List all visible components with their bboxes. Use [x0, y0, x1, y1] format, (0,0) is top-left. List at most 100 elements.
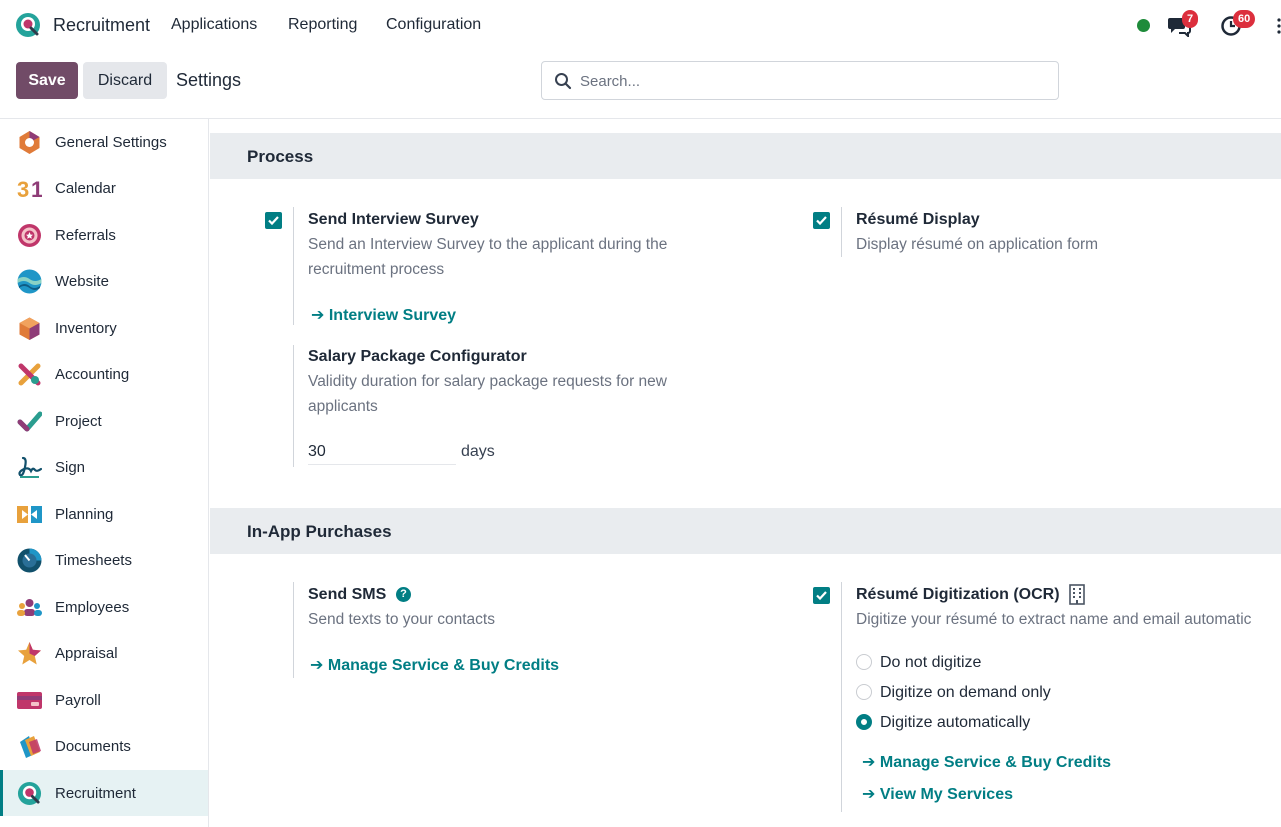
activity-badge: 60	[1233, 10, 1256, 28]
sidebar-item-payroll[interactable]: Payroll	[0, 677, 208, 723]
view-my-services-link[interactable]: ➔ View My Services	[862, 784, 1013, 804]
menu-reporting[interactable]: Reporting	[288, 16, 357, 34]
radio-do-not-digitize[interactable]	[856, 654, 872, 670]
planning-icon	[17, 506, 42, 523]
enterprise-building-icon	[1069, 584, 1085, 605]
search-input[interactable]	[580, 69, 1040, 93]
ocr-manage-credits-link[interactable]: ➔ Manage Service & Buy Credits	[862, 752, 1111, 772]
sidebar-item-label: Payroll	[55, 692, 101, 709]
search-icon	[555, 73, 572, 90]
svg-text:1: 1	[31, 177, 42, 201]
check-icon	[816, 216, 827, 226]
days-unit-label: days	[461, 443, 495, 460]
resume-display-title: Résumé Display	[856, 211, 980, 228]
sidebar-item-label: Calendar	[55, 180, 116, 197]
radio-label: Digitize automatically	[880, 714, 1031, 731]
interview-survey-title: Send Interview Survey	[308, 211, 479, 228]
radio-label: Do not digitize	[880, 654, 982, 671]
discard-button[interactable]: Discard	[83, 62, 167, 99]
website-icon	[17, 269, 42, 294]
check-icon	[816, 591, 827, 601]
recruitment-app-icon[interactable]	[15, 12, 41, 38]
section-title: Process	[247, 147, 314, 166]
send-sms-title: Send SMS	[308, 586, 387, 603]
check-icon	[268, 216, 279, 226]
sidebar-item-label: Documents	[55, 738, 131, 755]
sms-manage-credits-link-label: Manage Service & Buy Credits	[327, 657, 560, 674]
radio-digitize-automatically[interactable]	[856, 714, 872, 730]
sidebar-item-recruitment[interactable]: Recruitment	[0, 770, 208, 816]
interview-survey-desc: Send an Interview Survey to the applican…	[308, 236, 668, 278]
setting-divider	[293, 582, 294, 678]
resume-ocr-desc: Digitize your résumé to extract name and…	[856, 611, 1252, 628]
sms-manage-credits-link[interactable]: ➔ Manage Service & Buy Credits	[310, 655, 559, 675]
sidebar-item-label: Recruitment	[55, 785, 136, 802]
employees-icon	[17, 599, 42, 616]
section-header-process: Process	[210, 133, 1281, 179]
menu-configuration[interactable]: Configuration	[386, 16, 481, 34]
save-button[interactable]: Save	[16, 62, 78, 99]
ocr-manage-credits-link-label: Manage Service & Buy Credits	[879, 754, 1112, 771]
sidebar-item-inventory[interactable]: Inventory	[0, 305, 208, 351]
sidebar-item-label: Referrals	[55, 227, 116, 244]
setting-divider	[293, 345, 294, 467]
interview-survey-link-label: Interview Survey	[328, 307, 457, 324]
search-box[interactable]	[541, 61, 1059, 100]
breadcrumb: Settings	[176, 70, 242, 90]
salary-package-desc: Validity duration for salary package req…	[308, 373, 667, 415]
general-settings-icon	[19, 131, 40, 154]
setting-divider	[841, 582, 842, 812]
resume-display-desc: Display résumé on application form	[856, 236, 1099, 253]
radio-label: Digitize on demand only	[880, 684, 1051, 701]
radio-digitize-on-demand[interactable]	[856, 684, 872, 700]
sidebar-item-planning[interactable]: Planning	[0, 491, 208, 537]
resume-ocr-checkbox[interactable]	[813, 587, 830, 604]
sidebar-item-documents[interactable]: Documents	[0, 723, 208, 769]
sidebar-item-referrals[interactable]: Referrals	[0, 212, 208, 258]
resume-ocr-title: Résumé Digitization (OCR)	[856, 586, 1060, 603]
sidebar-item-label: Project	[55, 413, 102, 430]
view-my-services-link-label: View My Services	[879, 786, 1013, 803]
salary-package-title: Salary Package Configurator	[308, 348, 527, 365]
documents-icon	[20, 736, 41, 758]
sidebar-item-label: Sign	[55, 459, 86, 476]
appraisal-icon	[18, 642, 41, 665]
setting-divider	[841, 207, 842, 257]
sidebar-item-label: Website	[55, 273, 109, 290]
sidebar-item-label: Planning	[55, 506, 114, 523]
referrals-icon	[18, 224, 41, 247]
more-menu-icon[interactable]	[1276, 16, 1281, 36]
payroll-icon	[17, 692, 42, 709]
online-status-icon	[1137, 19, 1150, 32]
interview-survey-checkbox[interactable]	[265, 212, 282, 229]
calendar-icon: 3 1	[17, 177, 42, 201]
recruitment-icon	[17, 781, 42, 806]
send-sms-desc: Send texts to your contacts	[308, 611, 495, 628]
svg-text:3: 3	[17, 177, 29, 201]
sign-icon	[18, 456, 42, 478]
top-navbar: Recruitment Applications Reporting Confi…	[0, 0, 1281, 52]
setting-divider	[293, 207, 294, 325]
section-title: In-App Purchases	[247, 522, 392, 541]
sidebar-item-appraisal[interactable]: Appraisal	[0, 630, 208, 676]
help-icon[interactable]: ?	[396, 587, 411, 602]
project-icon	[17, 411, 42, 432]
inventory-icon	[19, 317, 40, 340]
sidebar-item-project[interactable]: Project	[0, 398, 208, 444]
timesheets-icon	[17, 548, 42, 573]
sidebar-item-sign[interactable]: Sign	[0, 444, 208, 490]
interview-survey-link[interactable]: ➔ Interview Survey	[311, 305, 456, 325]
sidebar-item-calendar[interactable]: 3 1 Calendar	[0, 165, 208, 211]
validity-days-input[interactable]	[308, 440, 456, 465]
sidebar-item-label: Employees	[55, 599, 130, 616]
resume-display-checkbox[interactable]	[813, 212, 830, 229]
sidebar-item-timesheets[interactable]: Timesheets	[0, 537, 208, 583]
sidebar-item-label: General Settings	[55, 134, 167, 151]
menu-applications[interactable]: Applications	[171, 16, 257, 34]
sidebar-item-website[interactable]: Website	[0, 258, 208, 304]
sidebar-item-general-settings[interactable]: General Settings	[0, 119, 208, 165]
sidebar-item-accounting[interactable]: Accounting	[0, 351, 208, 397]
app-name[interactable]: Recruitment	[53, 15, 150, 36]
section-header-in-app-purchases: In-App Purchases	[210, 508, 1281, 554]
sidebar-item-employees[interactable]: Employees	[0, 584, 208, 630]
